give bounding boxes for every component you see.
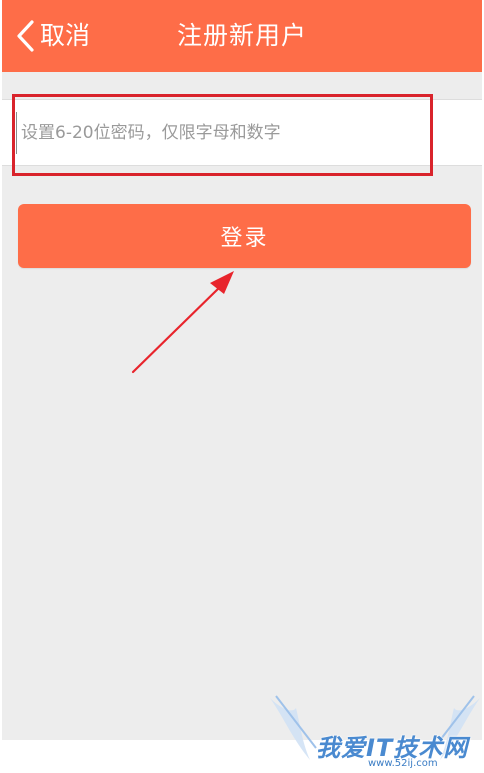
password-row xyxy=(2,99,482,166)
watermark-url: www.52ij.com xyxy=(368,758,438,769)
title-bar: 取消 注册新用户 xyxy=(2,0,482,72)
login-button[interactable]: 登录 xyxy=(18,204,471,268)
page-title: 注册新用户 xyxy=(176,21,307,50)
app-screen: 取消 注册新用户 登录 xyxy=(2,0,482,740)
password-input[interactable] xyxy=(16,112,461,154)
